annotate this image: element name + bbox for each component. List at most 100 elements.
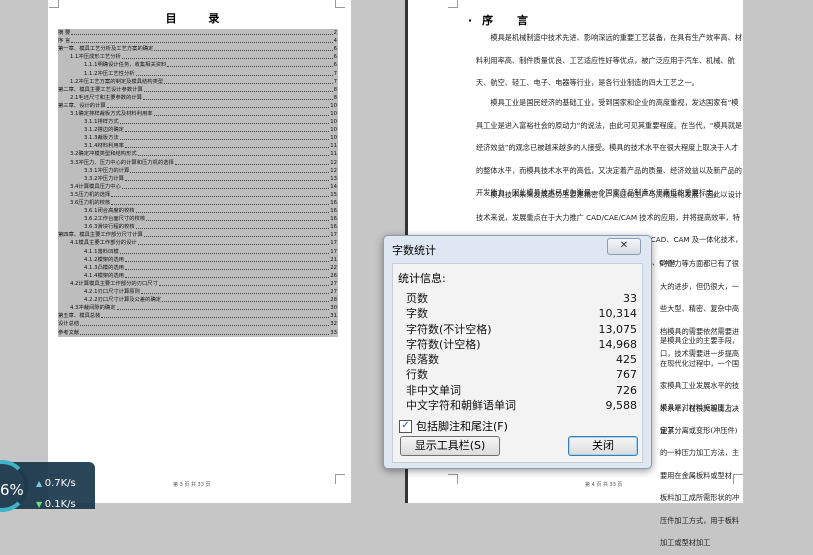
- toc-entry-text: 3.6.1闭合高度的校核: [84, 208, 135, 215]
- stat-value: 13,075: [598, 322, 638, 336]
- toc-entry-text: 1.1.2冲压工艺性分析: [84, 70, 135, 77]
- toc-entry-page: 12: [330, 159, 337, 166]
- toc-entry[interactable]: 3.5压力机的选择 15: [58, 190, 338, 199]
- toc-leader-dots: [124, 274, 330, 278]
- toc-leader-dots: [121, 55, 333, 60]
- toc-leader-dots: [158, 282, 330, 286]
- toc-list: 摘 要2序 言 4 第一章、模具工艺分析及工艺方案的确定 6 1.1冲压成形工艺分析 6 1…: [58, 29, 338, 337]
- toc-entry[interactable]: 3.6.2工作台面尺寸的校核 16: [58, 215, 338, 224]
- toc-entry[interactable]: 第五章、模具总装 31: [58, 312, 338, 321]
- toc-leader-dots: [124, 266, 330, 270]
- page-footer: 第 3 页 共 33 页: [173, 482, 211, 488]
- show-toolbar-button[interactable]: 显示工具栏(S): [400, 436, 500, 456]
- toc-entry[interactable]: 3.2确定冲模类型和结构形式 11: [58, 150, 338, 159]
- toc-leader-dots: [137, 241, 330, 246]
- toc-entry[interactable]: 4.1.3凸模的选用 22: [58, 263, 338, 272]
- toc-entry-page: 7: [333, 70, 337, 77]
- toc-entry[interactable]: 1.1冲压成形工艺分析 6: [58, 53, 338, 62]
- toc-leader-dots: [143, 88, 333, 92]
- toc-entry[interactable]: 4.1模具主要工作部分的设计 17: [58, 239, 338, 248]
- toc-entry[interactable]: 3.3冲压力、压力中心的计算和压力机的选择 12: [58, 158, 338, 167]
- toc-entry[interactable]: 3.6.3滑块行程的校核 16: [58, 223, 338, 232]
- toc-entry-page: 13: [330, 175, 337, 182]
- toc-entry-page: 10: [330, 119, 337, 126]
- toc-entry-page: 17: [330, 232, 337, 239]
- dialog-close-button[interactable]: ✕: [607, 238, 641, 255]
- toc-entry[interactable]: 4.2.2刃口尺寸计算及公差的确定 28: [58, 296, 338, 305]
- toc-leader-dots: [135, 225, 330, 230]
- stat-row: 行数 767: [406, 367, 637, 382]
- toc-entry-page: 15: [330, 191, 337, 198]
- toc-entry-text: 3.5压力机的选择: [70, 191, 111, 198]
- toc-entry-text: 1.2冲压工艺方案的制定及模具结构类型: [70, 78, 164, 85]
- toc-entry-text: 3.6.2工作台面尺寸的校核: [84, 216, 146, 223]
- toc-entry[interactable]: 参考文献 33: [58, 328, 338, 337]
- toc-entry[interactable]: 1.1.1明确设计任务，收集相关资料 6: [58, 61, 338, 70]
- toc-entry-text: 3.3.1冲压力的计算: [84, 167, 130, 174]
- toc-entry-page: 32: [330, 321, 337, 328]
- toc-entry-page: 26: [330, 272, 337, 279]
- toc-entry[interactable]: 4.1.1落料凹模 17: [58, 247, 338, 256]
- toc-entry-page: 14: [330, 183, 337, 190]
- toc-entry[interactable]: 1.1.2冲压工艺性分析 7: [58, 69, 338, 78]
- toc-entry[interactable]: 3.1.2搭边的确定 10: [58, 126, 338, 135]
- toc-entry-page: 8: [333, 94, 337, 101]
- upload-arrow-icon: ▲: [36, 479, 45, 488]
- toc-entry[interactable]: 4.3冲裁间隙的确定 30: [58, 304, 338, 313]
- toc-entry[interactable]: 第三章、设计的计算 10: [58, 101, 338, 110]
- toc-entry[interactable]: 3.1.1排样方式 10: [58, 118, 338, 127]
- toc-entry[interactable]: 3.6压力机的校核 16: [58, 198, 338, 208]
- toc-entry-page: 11: [330, 143, 337, 150]
- toc-entry[interactable]: 3.3.2冲压力计算 13: [58, 174, 338, 183]
- toc-entry-text: 4.1.4模架的选用: [84, 272, 124, 279]
- toc-entry-page: 28: [330, 297, 337, 304]
- toc-entry[interactable]: 4.2.1刃口尺寸计算原则 27: [58, 288, 338, 297]
- toc-entry[interactable]: 摘 要 2: [58, 29, 338, 38]
- toc-entry[interactable]: 1.2冲压工艺方案的制定及模具结构类型 7: [58, 77, 338, 86]
- toc-entry[interactable]: 3.1确定排样裁板方式及材料利用率 10: [58, 109, 338, 119]
- toc-entry[interactable]: 2.1毛坯尺寸和主要参数的计算 8: [58, 93, 338, 102]
- toc-leader-dots: [130, 169, 330, 173]
- toc-entry-page: 6: [333, 62, 337, 69]
- toc-entry-text: 3.6压力机的校核: [70, 200, 111, 207]
- toc-entry-text: 摘 要: [58, 30, 71, 37]
- toc-leader-dots: [164, 80, 333, 84]
- toc-entry[interactable]: 序 言 4: [58, 37, 338, 46]
- stat-label: 行数: [406, 368, 428, 382]
- toc-entry[interactable]: 第二章、模具主要工艺设计参数计算 8: [58, 85, 338, 94]
- toc-entry[interactable]: 4.1.4模架的选用 26: [58, 271, 338, 280]
- toc-entry-text: 4.1.3凸模的选用: [84, 264, 124, 271]
- include-footnotes-checkbox[interactable]: ✓ 包括脚注和尾注(F): [399, 418, 508, 434]
- network-speed-widget[interactable]: 6% ▲ 0.7K/s ▼ 0.1K/s: [0, 460, 95, 512]
- toc-leader-dots: [111, 193, 330, 197]
- toc-entry-text: 3.1确定排样裁板方式及材料利用率: [70, 110, 153, 117]
- stat-row: 字符数(计空格) 14,968: [406, 337, 637, 352]
- toc-entry-page: 10: [330, 102, 337, 109]
- toc-entry[interactable]: 3.1.4材料利用率 11: [58, 142, 338, 151]
- toc-entry[interactable]: 第一章、模具工艺分析及工艺方案的确定 6: [58, 45, 338, 54]
- toc-entry-text: 4.2.2刃口尺寸计算及公差的确定: [84, 297, 162, 304]
- stat-row: 非中文单词 726: [406, 383, 637, 398]
- toc-entry-text: 3.1.1排样方式: [84, 119, 119, 126]
- close-button[interactable]: 关闭: [568, 436, 638, 456]
- stat-label: 字符数(计空格): [406, 337, 481, 351]
- toc-entry[interactable]: 3.1.3裁板方法 10: [58, 134, 338, 143]
- toc-entry[interactable]: 4.1.2模架的选用 21: [58, 255, 338, 264]
- toc-leader-dots: [111, 201, 330, 206]
- stats-section-label: 统计信息:: [398, 272, 446, 285]
- toc-entry[interactable]: 设计总结 32: [58, 320, 338, 329]
- toc-entry[interactable]: 第四章、模具主要工作部分尺寸计算 17: [58, 231, 338, 240]
- stats-list: 页数 33 字数 10,314 字符数(不计空格) 13,075 字符数(计空格) 14…: [406, 291, 637, 413]
- toc-entry[interactable]: 4.2计算模具主要工作部分的刃口尺寸 27: [58, 279, 338, 288]
- toc-entry[interactable]: 3.6.1闭合高度的校核 16: [58, 207, 338, 216]
- stat-row: 字符数(不计空格) 13,075: [406, 322, 637, 337]
- stat-value: 767: [616, 368, 637, 382]
- toc-leader-dots: [162, 298, 330, 303]
- usage-percent: 6%: [0, 481, 24, 499]
- toc-entry-page: 10: [330, 135, 337, 142]
- toc-leader-dots: [153, 112, 330, 116]
- toc-entry-text: 4.1.1落料凹模: [84, 248, 119, 255]
- page-corner-mark: [448, 0, 458, 8]
- toc-entry[interactable]: 3.4计算模具压力中心 14: [58, 182, 338, 191]
- toc-entry[interactable]: 3.3.1冲压力的计算 12: [58, 166, 338, 175]
